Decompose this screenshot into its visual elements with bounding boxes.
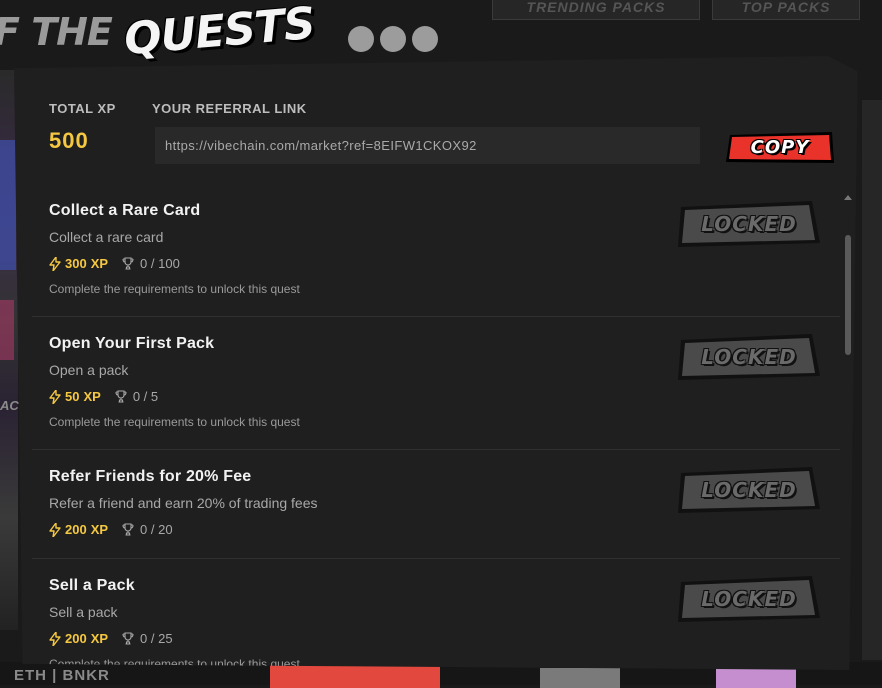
locked-button-label: LOCKED [701, 345, 797, 369]
quest-item: Refer Friends for 20% Fee Refer a friend… [32, 450, 840, 559]
locked-button-label: LOCKED [701, 587, 797, 611]
quest-meta: 300 XP 0 / 100 [49, 256, 840, 271]
carousel-dot[interactable] [412, 26, 438, 52]
copy-button-label: COPY [750, 137, 810, 158]
quest-xp-value: 300 [65, 256, 87, 271]
trophy-icon [122, 257, 134, 270]
quests-modal: TOTAL XP YOUR REFERRAL LINK 500 COPY Col… [14, 56, 858, 670]
copy-button[interactable]: COPY [726, 132, 834, 163]
background-card-art [540, 668, 620, 688]
quest-xp-unit: XP [90, 256, 109, 271]
background-card-art [270, 664, 440, 688]
quest-progress: 0 / 25 [140, 631, 173, 646]
quest-meta: 200 XP 0 / 25 [49, 631, 840, 646]
quest-progress: 0 / 100 [140, 256, 180, 271]
quest-item: Open Your First Pack Open a pack 50 XP 0… [32, 317, 840, 450]
quest-xp-value: 200 [65, 631, 87, 646]
background-text: AC [0, 398, 19, 413]
total-xp-label: TOTAL XP [49, 101, 116, 116]
page-title-main: QUESTS [122, 0, 317, 66]
locked-button[interactable]: LOCKED [678, 201, 820, 247]
background-right-panel [862, 100, 882, 660]
quest-item: Collect a Rare Card Collect a rare card … [32, 184, 840, 317]
background-card-art [716, 668, 796, 688]
quest-note: Complete the requirements to unlock this… [49, 415, 300, 429]
quest-item: Sell a Pack Sell a pack 200 XP 0 / 25 Co… [32, 559, 840, 670]
page-title: F THE QUESTS [0, 0, 316, 65]
referral-link-label: YOUR REFERRAL LINK [152, 101, 307, 116]
lightning-bolt-icon [49, 631, 61, 646]
trophy-icon [115, 390, 127, 403]
background-card-art [0, 300, 14, 360]
carousel-dots [348, 26, 438, 52]
background-card-art [0, 140, 16, 270]
quest-list-scrollbar[interactable] [844, 195, 852, 619]
page-title-prefix: F THE [0, 9, 113, 54]
quest-progress: 0 / 5 [132, 389, 159, 404]
scrollbar-thumb[interactable] [845, 235, 851, 355]
trophy-icon [122, 632, 134, 645]
quest-progress: 0 / 20 [140, 522, 173, 537]
quest-xp-unit: XP [90, 631, 109, 646]
quest-xp-unit: XP [83, 389, 101, 404]
quest-note: Complete the requirements to unlock this… [49, 282, 300, 296]
locked-button-label: LOCKED [701, 478, 797, 502]
quest-meta: 200 XP 0 / 20 [49, 522, 840, 537]
background-bottom-text: ETH | BNKR [14, 667, 110, 684]
lightning-bolt-icon [49, 256, 61, 271]
locked-button[interactable]: LOCKED [678, 576, 820, 622]
carousel-dot[interactable] [380, 26, 406, 52]
quest-meta: 50 XP 0 / 5 [49, 389, 840, 404]
locked-button[interactable]: LOCKED [678, 334, 820, 380]
scroll-up-arrow-icon[interactable] [844, 195, 852, 200]
quest-xp-value: 50 [65, 389, 80, 404]
quest-xp-unit: XP [90, 522, 109, 537]
lightning-bolt-icon [49, 522, 61, 537]
tab-top-packs[interactable]: TOP PACKS [712, 0, 860, 20]
trophy-icon [122, 523, 134, 536]
tab-trending-packs[interactable]: TRENDING PACKS [492, 0, 700, 20]
referral-link-field[interactable] [155, 127, 700, 164]
locked-button-label: LOCKED [701, 212, 797, 236]
quest-list: Collect a Rare Card Collect a rare card … [32, 184, 840, 670]
total-xp-value: 500 [49, 128, 89, 153]
locked-button[interactable]: LOCKED [678, 467, 820, 513]
lightning-bolt-icon [49, 389, 61, 404]
quest-xp-value: 200 [65, 522, 87, 537]
carousel-dot[interactable] [348, 26, 374, 52]
